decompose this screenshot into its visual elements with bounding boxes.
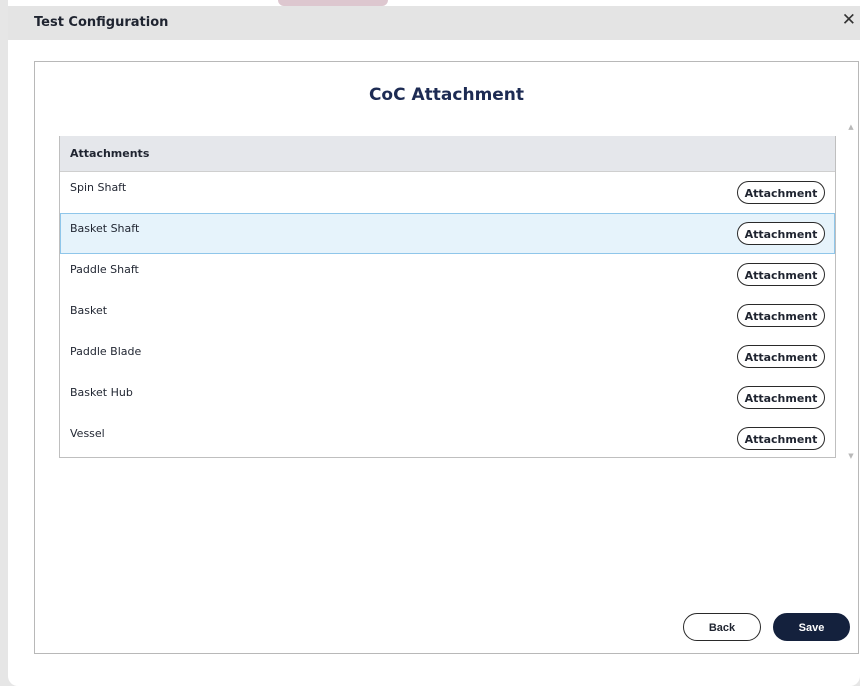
coc-attachment-panel: CoC Attachment Attachments Spin Shaft At… xyxy=(34,61,859,654)
table-header: Attachments xyxy=(60,136,835,172)
attachments-table: Attachments Spin Shaft Attachment Basket… xyxy=(59,136,836,458)
attachment-button[interactable]: Attachment xyxy=(737,386,825,409)
table-row[interactable]: Spin Shaft Attachment xyxy=(60,172,835,213)
attachment-button[interactable]: Attachment xyxy=(737,181,825,204)
attachment-button[interactable]: Attachment xyxy=(737,427,825,450)
attachments-column-header: Attachments xyxy=(70,147,150,160)
attachment-button[interactable]: Attachment xyxy=(737,263,825,286)
row-label: Vessel xyxy=(70,427,105,440)
table-row-selected[interactable]: Basket Shaft Attachment xyxy=(60,213,835,254)
panel-title: CoC Attachment xyxy=(368,85,525,105)
row-label: Paddle Blade xyxy=(70,345,142,358)
row-label: Basket xyxy=(70,304,108,317)
table-row[interactable]: Basket Attachment xyxy=(60,295,835,336)
row-label: Basket Hub xyxy=(70,386,133,399)
attachment-button[interactable]: Attachment xyxy=(737,304,825,327)
title-bar: Test Configuration ✕ xyxy=(8,6,860,40)
test-configuration-dialog: Test Configuration ✕ CoC Attachment Atta… xyxy=(8,0,860,686)
scroll-down-arrow-icon[interactable]: ▼ xyxy=(847,452,855,460)
scroll-up-arrow-icon[interactable]: ▲ xyxy=(847,123,855,131)
attachment-button[interactable]: Attachment xyxy=(737,345,825,368)
attachment-button[interactable]: Attachment xyxy=(737,222,825,245)
table-row[interactable]: Basket Hub Attachment xyxy=(60,377,835,418)
save-button[interactable]: Save xyxy=(773,613,850,641)
table-row[interactable]: Paddle Blade Attachment xyxy=(60,336,835,377)
back-button[interactable]: Back xyxy=(683,613,761,641)
table-row[interactable]: Paddle Shaft Attachment xyxy=(60,254,835,295)
dialog-title: Test Configuration xyxy=(34,15,169,30)
row-label: Spin Shaft xyxy=(70,181,127,194)
table-row[interactable]: Vessel Attachment xyxy=(60,418,835,459)
vertical-scrollbar[interactable]: ▲ ▼ xyxy=(847,123,855,460)
row-label: Basket Shaft xyxy=(70,222,140,235)
row-label: Paddle Shaft xyxy=(70,263,139,276)
close-icon[interactable]: ✕ xyxy=(842,10,856,30)
